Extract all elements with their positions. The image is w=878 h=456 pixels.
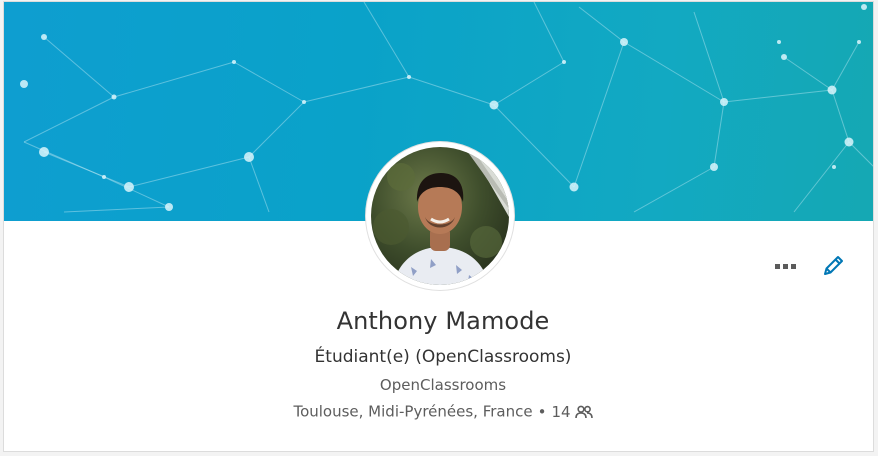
- connections-link[interactable]: 14: [551, 402, 593, 421]
- separator-dot: •: [537, 402, 547, 421]
- people-icon: [574, 405, 593, 419]
- ellipsis-icon-dot: [774, 263, 780, 269]
- profile-card: Anthony Mamode Étudiant(e) (OpenClassroo…: [3, 1, 874, 452]
- profile-name: Anthony Mamode: [336, 307, 550, 335]
- edit-profile-button[interactable]: [818, 251, 848, 281]
- connections-count: 14: [551, 402, 571, 421]
- profile-avatar[interactable]: [366, 142, 514, 290]
- profile-company-link[interactable]: OpenClassrooms: [4, 376, 873, 394]
- location-connections-row: Toulouse, Midi-Pyrénées, France • 14: [4, 402, 873, 421]
- profile-location: Toulouse, Midi-Pyrénées, France: [293, 402, 533, 421]
- profile-headline: Étudiant(e) (OpenClassrooms): [314, 347, 572, 367]
- avatar-photo: [371, 147, 509, 285]
- more-actions-button[interactable]: [768, 252, 802, 280]
- ellipsis-icon-dot: [782, 263, 788, 269]
- ellipsis-icon-dot: [790, 263, 796, 269]
- pencil-icon: [824, 256, 843, 275]
